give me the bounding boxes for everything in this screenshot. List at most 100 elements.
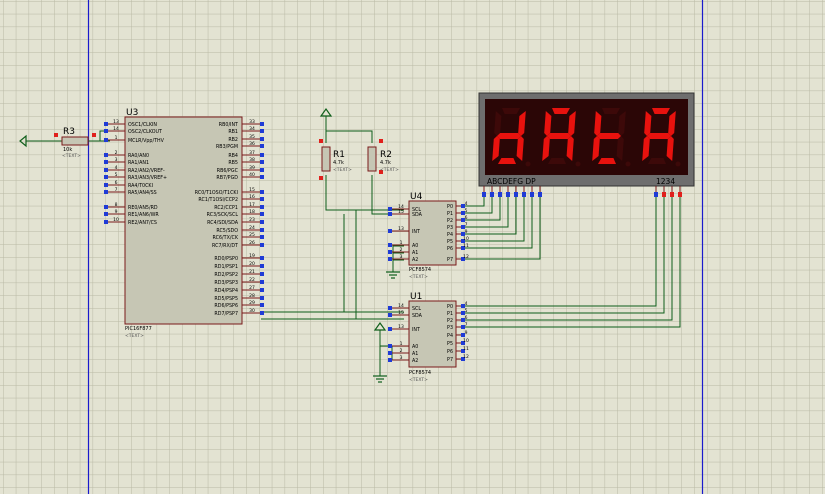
- u3-pin-name: RA2/AN2/VREF-: [128, 168, 165, 174]
- u4-pin-14-end[interactable]: [388, 207, 392, 211]
- schematic-canvas[interactable]: R3 10k <TEXT> R1 4.7k <TEXT> R2 4.7k <TE…: [0, 0, 825, 494]
- display-segment-pin[interactable]: [482, 192, 486, 197]
- u3-pin-name: RD5/PSP5: [214, 296, 238, 302]
- u3-pin-34-end[interactable]: [260, 129, 264, 133]
- u3-pin-29-end[interactable]: [260, 303, 264, 307]
- u4-pin-number: 12: [463, 254, 469, 260]
- u3-pin-7-end[interactable]: [104, 190, 108, 194]
- display-segment-pin[interactable]: [506, 192, 510, 197]
- u3-pin-24-end[interactable]: [260, 228, 264, 232]
- u1-pin-name: P4: [447, 333, 453, 339]
- u3-pin-number: 5: [115, 172, 118, 178]
- u3-part: PIC16F877: [125, 326, 152, 332]
- display-digit-pin[interactable]: [678, 192, 682, 197]
- u4-pin-15-end[interactable]: [388, 212, 392, 216]
- u3-pin-number: 1: [115, 135, 118, 141]
- u3-pin-21-end[interactable]: [260, 272, 264, 276]
- u3-pin-40-end[interactable]: [260, 175, 264, 179]
- u3-pin-39-end[interactable]: [260, 168, 264, 172]
- u3-pin-number: 27: [249, 285, 255, 291]
- r1-text: <TEXT>: [333, 167, 352, 173]
- u3-pin-25-end[interactable]: [260, 235, 264, 239]
- u3-pin-26-end[interactable]: [260, 243, 264, 247]
- u4-pin-3-end[interactable]: [388, 257, 392, 261]
- u3-pin-number: 37: [249, 150, 255, 156]
- display-segment-pin[interactable]: [514, 192, 518, 197]
- u4-pin-1-end[interactable]: [388, 243, 392, 247]
- u1-pin-name: P5: [447, 341, 453, 347]
- u3-pin-38-end[interactable]: [260, 160, 264, 164]
- u1-pin-14-end[interactable]: [388, 306, 392, 310]
- u3-pin-8-end[interactable]: [104, 205, 108, 209]
- u1-pin-name: P0: [447, 304, 453, 310]
- u3-pin-22-end[interactable]: [260, 280, 264, 284]
- display-segment-pin[interactable]: [498, 192, 502, 197]
- u3-pin-33-end[interactable]: [260, 122, 264, 126]
- u3-pin-name: RA5/AN4/SS: [128, 190, 157, 196]
- display-segment-pin[interactable]: [490, 192, 494, 197]
- u3-pin-number: 16: [249, 194, 255, 200]
- u3-pin-3-end[interactable]: [104, 160, 108, 164]
- u3-pin-17-end[interactable]: [260, 205, 264, 209]
- u1-pin-name: A0: [412, 344, 418, 350]
- display-segment-pin[interactable]: [530, 192, 534, 197]
- u3-pin-4-end[interactable]: [104, 168, 108, 172]
- u4-pin-name: P0: [447, 204, 453, 210]
- u3-pin-number: 8: [115, 202, 118, 208]
- display-digit-pin[interactable]: [654, 192, 658, 197]
- u3-pin-name: RB1: [228, 129, 238, 135]
- u3-pin-name: OSC2/CLKOUT: [128, 129, 162, 135]
- u3-pin-19-end[interactable]: [260, 256, 264, 260]
- u3-pin-14-end[interactable]: [104, 129, 108, 133]
- u1-pin-13-end[interactable]: [388, 327, 392, 331]
- u3-pin-23-end[interactable]: [260, 220, 264, 224]
- u1-pin-number: 6: [465, 315, 468, 321]
- u3-pin-6-end[interactable]: [104, 183, 108, 187]
- u3-pin-number: 4: [115, 165, 118, 171]
- u3-pin-number: 9: [115, 209, 118, 215]
- u3-pin-37-end[interactable]: [260, 153, 264, 157]
- u1-ref: U1: [410, 292, 422, 302]
- u3-pin-13-end[interactable]: [104, 122, 108, 126]
- u1-pin-1-end[interactable]: [388, 344, 392, 348]
- u1-pin-number: 1: [400, 341, 403, 347]
- u3-pin-name: RE1/AN6/WR: [128, 212, 159, 218]
- u1-pin-2-end[interactable]: [388, 351, 392, 355]
- u3-pin-10-end[interactable]: [104, 220, 108, 224]
- u1-pin-3-end[interactable]: [388, 358, 392, 362]
- u3-pin-30-end[interactable]: [260, 311, 264, 315]
- u3-pin-20-end[interactable]: [260, 264, 264, 268]
- u3-pin-36-end[interactable]: [260, 144, 264, 148]
- u1-pin-15-end[interactable]: [388, 313, 392, 317]
- u1-pin-number: 12: [463, 354, 469, 360]
- display-digit-pin[interactable]: [662, 192, 666, 197]
- display-digit-pin[interactable]: [670, 192, 674, 197]
- u4-pin-13-end[interactable]: [388, 229, 392, 233]
- u3-pin-1-end[interactable]: [104, 138, 108, 142]
- display-segment-pin[interactable]: [522, 192, 526, 197]
- u3-pin-5-end[interactable]: [104, 175, 108, 179]
- u3-pin-name: OSC1/CLKIN: [128, 122, 157, 128]
- u3-pin-name: RC3/SCK/SCL: [207, 212, 239, 218]
- display-segment-pin[interactable]: [538, 192, 542, 197]
- u4-pin-number: 10: [463, 236, 469, 242]
- u1-pin-name: A2: [412, 358, 418, 364]
- u3-pin-15-end[interactable]: [260, 190, 264, 194]
- u3-pin-28-end[interactable]: [260, 296, 264, 300]
- digit-pin-label: 1234: [656, 177, 675, 186]
- u4-pin-2-end[interactable]: [388, 250, 392, 254]
- u3-pin-name: RC1/T1OSI/CCP2: [198, 197, 238, 203]
- u4-pin-name: P7: [447, 257, 453, 263]
- u3-pin-9-end[interactable]: [104, 212, 108, 216]
- ic-u3-pic16f877[interactable]: U3 PIC16F877 <TEXT> 13OSC1/CLKIN14OSC2/C…: [104, 108, 264, 339]
- u3-pin-27-end[interactable]: [260, 288, 264, 292]
- u1-pin-name: P3: [447, 325, 453, 331]
- u3-pin-18-end[interactable]: [260, 212, 264, 216]
- u3-pin-35-end[interactable]: [260, 137, 264, 141]
- seven-segment-display[interactable]: ABCDEFG DP 1234: [478, 92, 695, 197]
- u3-pin-name: RA0/AN0: [128, 153, 149, 159]
- u3-pin-2-end[interactable]: [104, 153, 108, 157]
- u3-pin-16-end[interactable]: [260, 197, 264, 201]
- u3-pin-name: RD7/PSP7: [214, 311, 238, 317]
- u4-pin-number: 15: [398, 209, 404, 215]
